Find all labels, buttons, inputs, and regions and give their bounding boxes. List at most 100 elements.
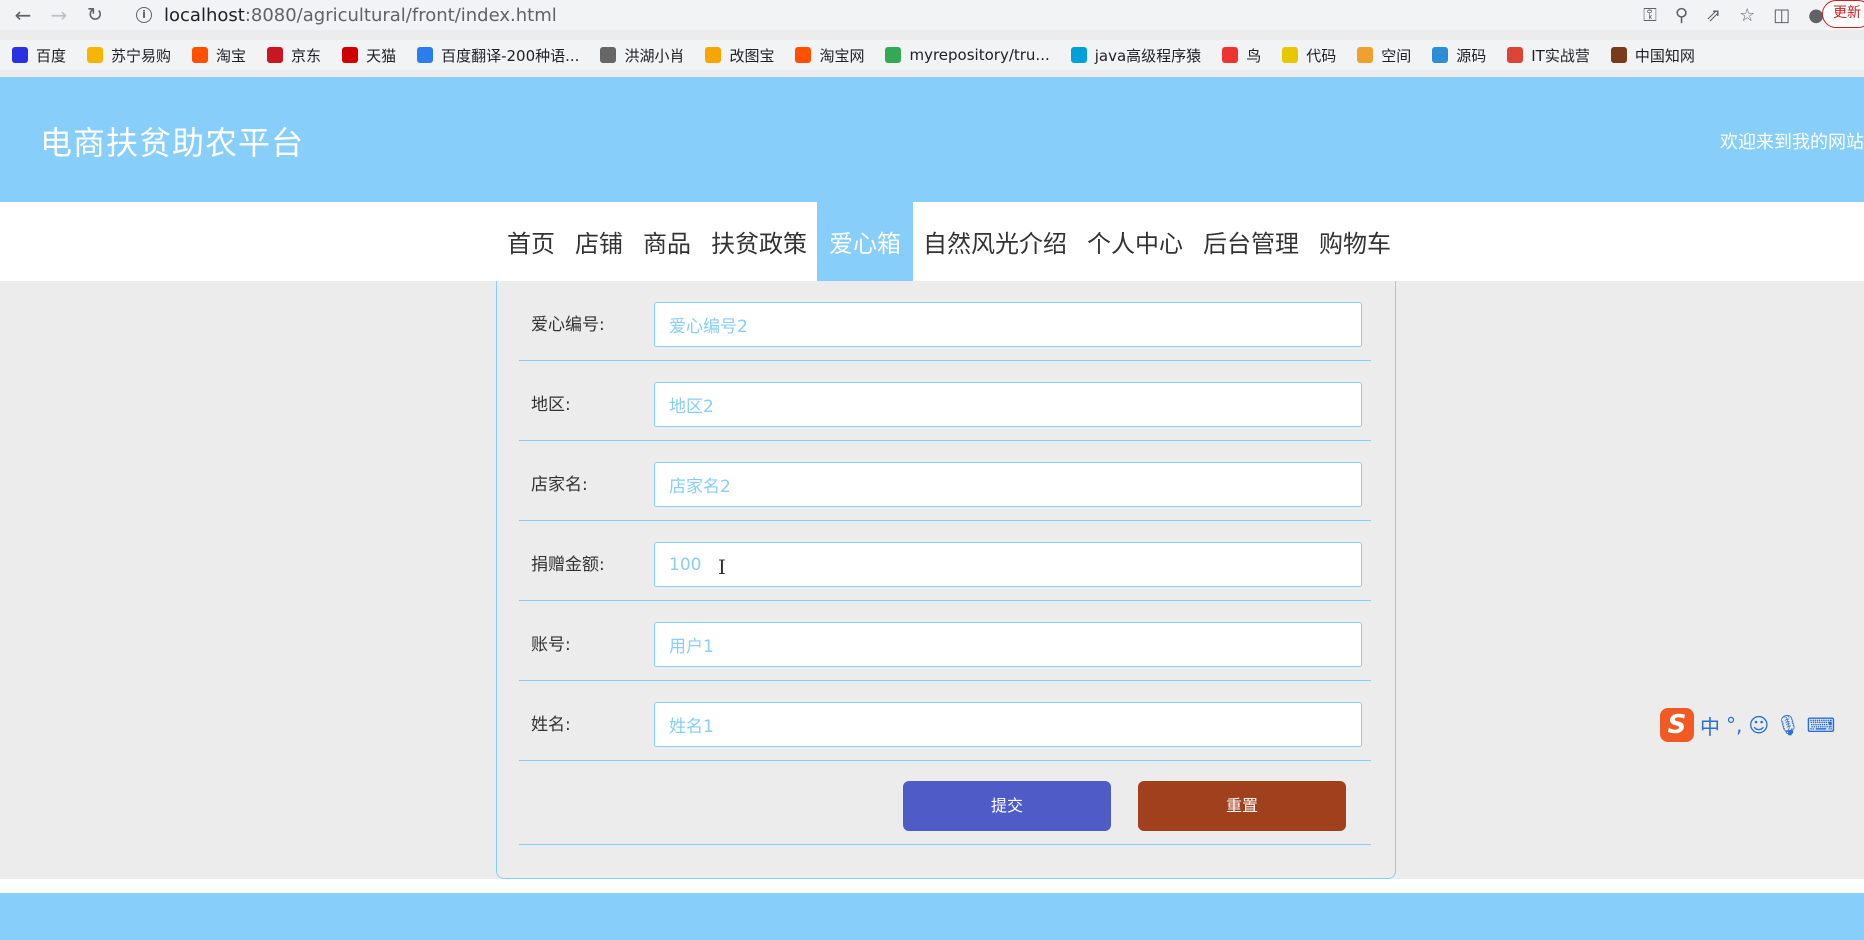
bookmark-label: IT实战营 xyxy=(1531,46,1590,65)
bookmark-item[interactable]: 洪湖小肖 xyxy=(600,45,684,66)
browser-toolbar: ← → ↻ i localhost:8080/agricultural/fron… xyxy=(0,0,1864,30)
bookmark-item[interactable]: 淘宝 xyxy=(192,45,246,66)
bookmark-label: 淘宝 xyxy=(216,46,247,65)
taobao-icon xyxy=(795,47,812,63)
suning-icon xyxy=(87,47,104,63)
nav-item[interactable]: 扶贫政策 xyxy=(701,202,817,281)
chrome-icon xyxy=(885,47,902,63)
bookmark-item[interactable]: 淘宝网 xyxy=(795,45,864,66)
nav-item[interactable]: 店铺 xyxy=(565,202,633,281)
sidepanel-icon[interactable]: ◫ xyxy=(1773,5,1790,26)
bookmark-label: 百度翻译-200种语... xyxy=(441,46,580,65)
nav-item[interactable]: 购物车 xyxy=(1309,202,1401,281)
url-path: :8080/agricultural/front/index.html xyxy=(244,4,557,26)
browser-action-icons: ⚿ ⚲ ⇗ ☆ ◫ ● xyxy=(1643,0,1824,30)
keyboard-icon[interactable]: ⌨ xyxy=(1807,713,1836,737)
footer-gap xyxy=(0,879,1864,893)
nav-list: 首页 店铺 商品 扶贫政策 爱心箱 自然风光介绍 个人中心 后台管理 购物车 xyxy=(497,202,1401,281)
update-button[interactable]: 更新 xyxy=(1822,0,1864,28)
gaitubao-icon xyxy=(705,47,722,63)
ime-mode[interactable]: 中 xyxy=(1700,711,1720,740)
bookmark-label: 代码 xyxy=(1306,46,1337,65)
field-label: 姓名: xyxy=(531,715,571,735)
bookmark-item[interactable]: 空间 xyxy=(1357,45,1411,66)
ime-toolbar: S 中 °, ☺ 🎙 ⌨ xyxy=(1660,707,1864,743)
bookmark-item[interactable]: java高级程序猿 xyxy=(1070,45,1202,66)
mic-icon[interactable]: 🎙 xyxy=(1775,713,1800,737)
bird-icon xyxy=(1222,47,1239,63)
form-input[interactable] xyxy=(654,462,1362,507)
nav-item[interactable]: 爱心箱 xyxy=(817,202,913,281)
site-footer xyxy=(0,893,1864,940)
nav-item[interactable]: 后台管理 xyxy=(1193,202,1309,281)
reload-icon[interactable]: ↻ xyxy=(80,0,110,30)
form-row: 捐赠金额: xyxy=(519,521,1371,601)
bookmark-item[interactable]: 中国知网 xyxy=(1610,45,1695,66)
nav-item[interactable]: 自然风光介绍 xyxy=(913,202,1077,281)
bilibili-icon xyxy=(1070,47,1087,63)
main-nav: 首页 店铺 商品 扶贫政策 爱心箱 自然风光介绍 个人中心 后台管理 购物车 xyxy=(0,202,1864,281)
zoom-icon[interactable]: ⚲ xyxy=(1675,5,1688,26)
love-box-form: 提交 重置 爱心编号: 地区: 店家名: 捐赠金额: 账号: 姓名: xyxy=(496,281,1396,879)
form-row: 爱心编号: xyxy=(519,281,1371,361)
baidu-icon xyxy=(12,47,28,63)
nav-item[interactable]: 商品 xyxy=(633,202,701,281)
site-info-icon[interactable]: i xyxy=(136,7,152,23)
chrome-icon xyxy=(1507,47,1524,63)
bookmarks-bar: 百度 苏宁易购 淘宝 京东 天猫 百度翻译-200种语... 洪湖小肖 改图宝 淘宝网 myrep… xyxy=(0,40,1864,70)
sogou-logo-icon[interactable]: S xyxy=(1660,708,1694,742)
forward-arrow-icon[interactable]: → xyxy=(44,0,74,30)
bookmark-label: java高级程序猿 xyxy=(1094,46,1202,65)
form-input[interactable] xyxy=(654,542,1362,587)
bookmark-item[interactable]: 改图宝 xyxy=(705,45,774,66)
cnki-icon xyxy=(1610,47,1627,63)
bookmark-label: 洪湖小肖 xyxy=(624,46,685,65)
field-label: 地区: xyxy=(531,395,571,415)
form-row: 店家名: xyxy=(519,441,1371,521)
bookmark-label: 鸟 xyxy=(1246,46,1262,65)
bookmark-item[interactable]: 鸟 xyxy=(1222,45,1261,66)
bookmark-item[interactable]: 源码 xyxy=(1432,45,1486,66)
nav-item[interactable]: 个人中心 xyxy=(1077,202,1193,281)
bookmark-item[interactable]: 百度翻译-200种语... xyxy=(417,45,579,66)
ime-punct[interactable]: °, xyxy=(1726,713,1742,737)
field-label: 爱心编号: xyxy=(531,315,605,335)
bookmark-label: 天猫 xyxy=(366,46,397,65)
form-input[interactable] xyxy=(654,302,1362,347)
source-icon xyxy=(1432,47,1449,63)
site-header: 电商扶贫助农平台 欢迎来到我的网站 xyxy=(0,77,1864,202)
bookmark-item[interactable]: IT实战营 xyxy=(1507,45,1590,66)
code-icon xyxy=(1282,47,1299,63)
bookmark-label: 淘宝网 xyxy=(819,46,865,65)
back-arrow-icon[interactable]: ← xyxy=(8,0,38,30)
bookmark-item[interactable]: 代码 xyxy=(1282,45,1336,66)
form-input[interactable] xyxy=(654,702,1362,747)
form-input[interactable] xyxy=(654,622,1362,667)
form-buttons: 提交 重置 xyxy=(519,761,1371,845)
form-row: 姓名: xyxy=(519,681,1371,761)
reset-button[interactable]: 重置 xyxy=(1138,781,1346,831)
text-cursor-icon: I xyxy=(718,555,726,579)
bookmark-item[interactable]: 京东 xyxy=(267,45,321,66)
taobao-icon xyxy=(192,47,209,63)
star-icon[interactable]: ☆ xyxy=(1739,5,1755,26)
nav-item[interactable]: 首页 xyxy=(497,202,565,281)
qzone-icon xyxy=(1357,47,1374,63)
bookmark-label: 中国知网 xyxy=(1634,46,1695,65)
bookmark-item[interactable]: 苏宁易购 xyxy=(87,45,171,66)
form-row: 账号: xyxy=(519,601,1371,681)
submit-button[interactable]: 提交 xyxy=(903,781,1111,831)
bird-icon xyxy=(600,47,617,63)
bookmark-item[interactable]: 百度 xyxy=(12,45,66,66)
share-icon[interactable]: ⇗ xyxy=(1706,5,1721,26)
bookmark-item[interactable]: myrepository/tru... xyxy=(885,46,1050,64)
key-icon[interactable]: ⚿ xyxy=(1643,5,1657,26)
emoji-icon[interactable]: ☺ xyxy=(1748,713,1769,737)
address-bar[interactable]: i localhost:8080/agricultural/front/inde… xyxy=(126,1,1546,29)
bookmark-item[interactable]: 天猫 xyxy=(342,45,396,66)
field-label: 账号: xyxy=(531,635,571,655)
bookmark-label: 改图宝 xyxy=(729,46,775,65)
form-input[interactable] xyxy=(654,382,1362,427)
field-label: 捐赠金额: xyxy=(531,555,605,575)
tmall-icon xyxy=(342,47,359,63)
